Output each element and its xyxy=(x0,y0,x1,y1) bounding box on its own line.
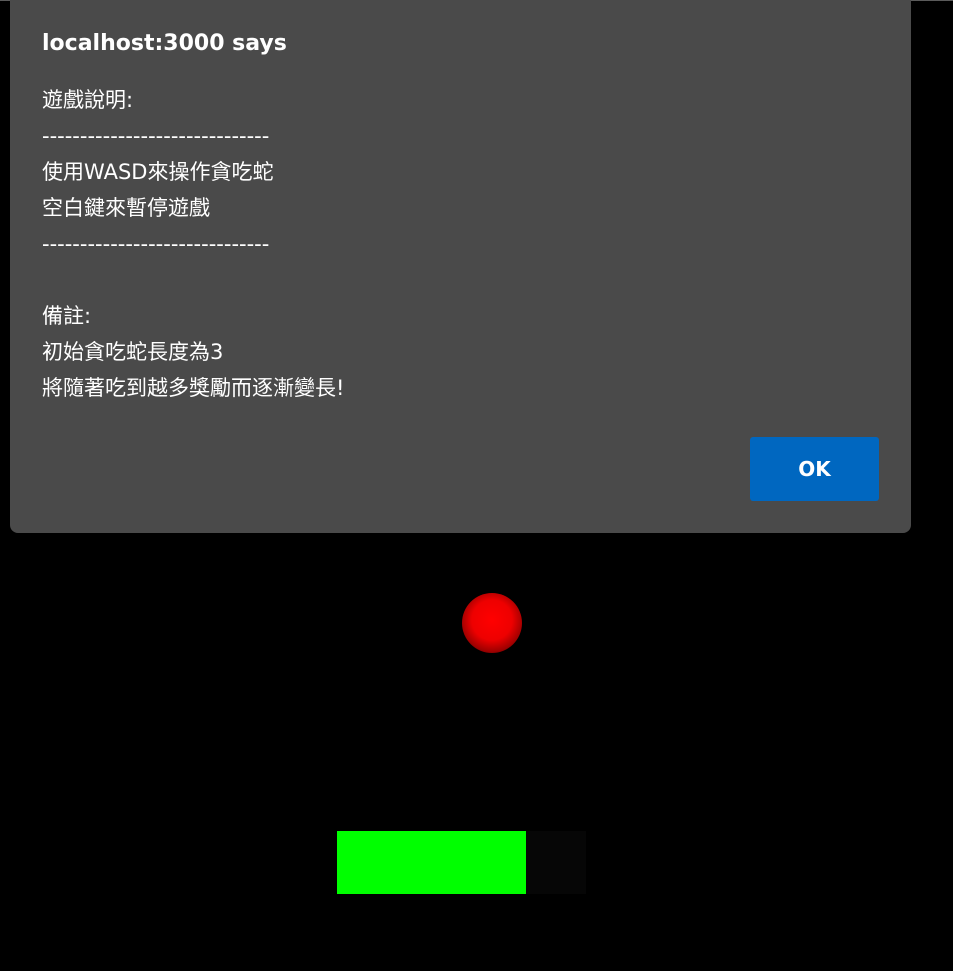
message-line xyxy=(42,262,344,298)
ok-button[interactable]: OK xyxy=(750,437,879,501)
message-line: 使用WASD來操作貪吃蛇 xyxy=(42,160,274,184)
snake xyxy=(337,831,586,894)
message-line: ------------------------------ xyxy=(42,232,270,256)
message-line: 初始貪吃蛇長度為3 xyxy=(42,340,224,364)
dialog-message: 遊戲說明: ------------------------------ 使用W… xyxy=(42,82,344,406)
snake-segment xyxy=(400,831,463,894)
alert-dialog: localhost:3000 says 遊戲說明: --------------… xyxy=(10,0,911,533)
game-page: localhost:3000 says 遊戲說明: --------------… xyxy=(0,0,953,971)
message-line: 備註: xyxy=(42,304,92,328)
message-line: ------------------------------ xyxy=(42,124,270,148)
message-line: 遊戲說明: xyxy=(42,88,134,112)
message-line: 空白鍵來暫停遊戲 xyxy=(42,196,210,220)
snake-segment xyxy=(463,831,526,894)
snake-segment xyxy=(337,831,400,894)
message-line: 將隨著吃到越多獎勵而逐漸變長! xyxy=(42,376,345,400)
snake-trail-segment xyxy=(526,831,586,894)
food-orb-icon xyxy=(462,593,522,653)
dialog-title: localhost:3000 says xyxy=(42,31,287,56)
